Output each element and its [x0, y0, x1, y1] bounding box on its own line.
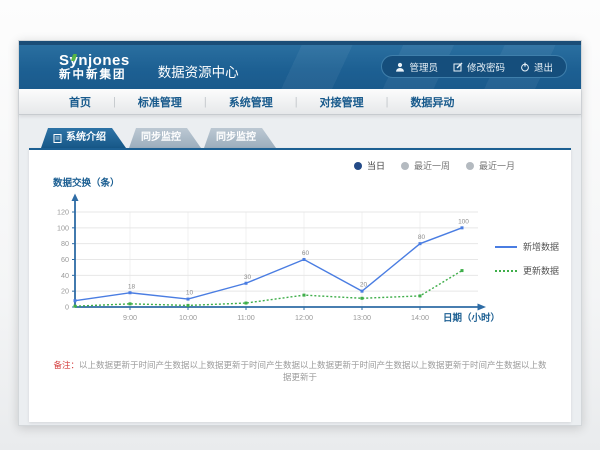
radio-dot-icon [401, 162, 409, 170]
range-filter-label: 最近一月 [479, 159, 515, 172]
x-tick-label: 10:00 [179, 313, 197, 322]
user-icon [395, 62, 405, 72]
footnote-text: 以上数据更新于时间产生数据以上数据更新于时间产生数据以上数据更新于时间产生数据以… [79, 360, 547, 382]
nav-item-0[interactable]: 首页 [47, 94, 113, 110]
chart-legend: 新增数据更新数据 [495, 240, 559, 277]
tab-label: 系统介绍 [66, 128, 106, 148]
data-point-label: 30 [244, 274, 252, 281]
data-point [461, 269, 464, 272]
data-point [74, 299, 77, 302]
data-point-label: 10 [186, 290, 194, 297]
range-filter-0[interactable]: 当日 [354, 159, 385, 172]
range-filter-group: 当日 最近一周 最近一月 [354, 159, 515, 172]
radio-dot-icon [354, 162, 362, 170]
y-tick-label: 20 [61, 287, 69, 296]
data-point-label: 20 [360, 282, 368, 289]
range-filter-label: 最近一周 [414, 159, 450, 172]
tab-2[interactable]: 同步监控 [204, 128, 276, 148]
nav-item-2[interactable]: 系统管理 [207, 94, 295, 110]
y-axis-arrow [72, 194, 79, 202]
logo-text-cn: 新中新集团 [59, 69, 130, 81]
brand-logo: Synjones 新中新集团 [59, 53, 130, 81]
data-point [245, 282, 248, 285]
legend-series-label: 更新数据 [523, 264, 559, 277]
data-point [361, 290, 364, 293]
data-point [187, 298, 190, 301]
data-point [419, 242, 422, 245]
data-point-label: 18 [128, 283, 136, 290]
y-axis-title: 数据交换（条） [53, 175, 120, 189]
user-name-label: 管理员 [409, 60, 438, 74]
x-tick-label: 9:00 [123, 313, 137, 322]
content-area: 系统介绍 同步监控 同步监控 当日 最近一周 最近一月 数据交换（条） 9:00 10:0… [19, 115, 581, 422]
change-password-label: 修改密码 [467, 60, 505, 74]
page-background: Synjones 新中新集团 数据资源中心 管理员 [0, 0, 600, 450]
nav-item-4[interactable]: 数据异动 [388, 94, 476, 110]
y-tick-label: 80 [61, 239, 69, 248]
user-menu: 管理员 修改密码 退出 [381, 55, 567, 78]
nav-item-3[interactable]: 对接管理 [298, 94, 386, 110]
data-point [419, 294, 422, 297]
footnote-label: 备注： [53, 360, 79, 370]
range-filter-2[interactable]: 最近一月 [466, 159, 515, 172]
data-point [74, 305, 77, 308]
data-point-label: 60 [302, 250, 310, 257]
legend-line-sample [495, 246, 517, 248]
footnote: 备注：以上数据更新于时间产生数据以上数据更新于时间产生数据以上数据更新于时间产生… [29, 360, 571, 384]
x-tick-label: 11:00 [237, 313, 254, 322]
data-point [245, 302, 248, 305]
legend-item-0[interactable]: 新增数据 [495, 240, 559, 253]
x-tick-label: 13:00 [353, 313, 371, 322]
legend-item-1[interactable]: 更新数据 [495, 264, 559, 277]
tab-1[interactable]: 同步监控 [129, 128, 201, 148]
change-password-button[interactable]: 修改密码 [453, 60, 505, 74]
logout-button[interactable]: 退出 [520, 60, 553, 74]
app-window: Synjones 新中新集团 数据资源中心 管理员 [18, 40, 582, 426]
logo-primary-text: Synjones [59, 52, 130, 69]
x-axis-title: 日期（小时） [443, 310, 500, 324]
range-filter-label: 当日 [367, 159, 385, 172]
x-tick-label: 12:00 [295, 313, 313, 322]
legend-line-sample [495, 270, 517, 272]
y-tick-label: 60 [61, 255, 69, 264]
chart-panel: 当日 最近一周 最近一月 数据交换（条） 9:00 10:00 11:00 12:00 13… [29, 148, 571, 422]
edit-icon [453, 62, 463, 72]
y-tick-label: 120 [57, 208, 69, 217]
data-point [129, 302, 132, 305]
page-title: 数据资源中心 [158, 61, 239, 81]
data-point-label: 80 [418, 234, 426, 241]
data-point [303, 294, 306, 297]
data-point [187, 304, 190, 307]
y-tick-label: 0 [65, 303, 69, 312]
legend-series-label: 新增数据 [523, 240, 559, 253]
y-tick-label: 40 [61, 271, 69, 280]
x-tick-label: 14:00 [411, 313, 429, 322]
data-point [303, 258, 306, 261]
tab-label: 同步监控 [141, 128, 181, 148]
y-tick-label: 100 [57, 223, 69, 232]
main-nav: 首页|标准管理|系统管理|对接管理|数据异动 [19, 89, 581, 115]
radio-dot-icon [466, 162, 474, 170]
nav-item-1[interactable]: 标准管理 [116, 94, 204, 110]
logo-text-en: Synjones [59, 53, 130, 69]
app-header: Synjones 新中新集团 数据资源中心 管理员 [19, 45, 581, 89]
range-filter-1[interactable]: 最近一周 [401, 159, 450, 172]
logout-label: 退出 [534, 60, 553, 74]
line-chart: 9:00 10:00 11:00 12:00 13:00 14:00 0 20 40 60 80 10… [45, 192, 497, 326]
document-icon [53, 134, 62, 143]
power-icon [520, 62, 530, 72]
user-account-button[interactable]: 管理员 [395, 60, 438, 74]
data-point-label: 100 [458, 218, 469, 225]
tab-0[interactable]: 系统介绍 [41, 128, 126, 148]
tab-bar: 系统介绍 同步监控 同步监控 [41, 128, 571, 148]
data-point [461, 226, 464, 229]
data-point [129, 291, 132, 294]
tab-label: 同步监控 [216, 128, 256, 148]
data-point [361, 297, 364, 300]
